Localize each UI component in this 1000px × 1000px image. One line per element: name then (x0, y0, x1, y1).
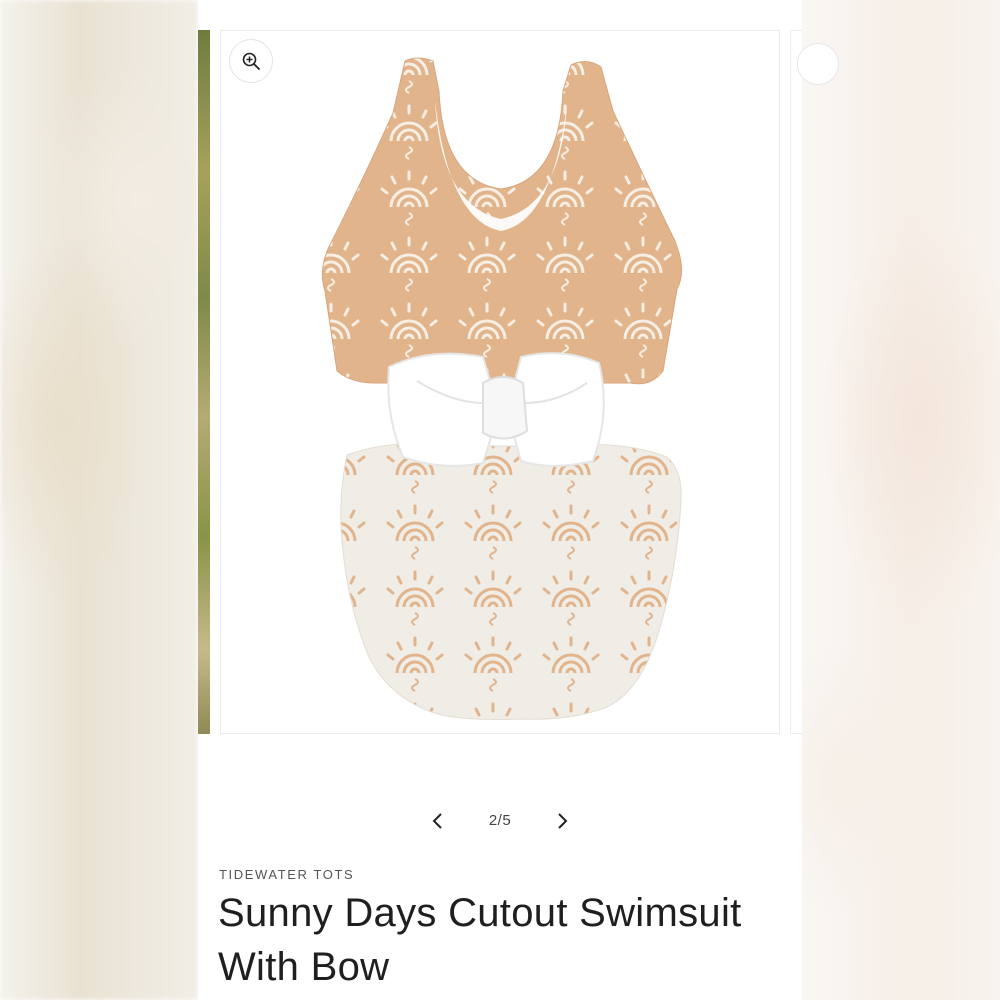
previous-slide-peek[interactable] (198, 30, 210, 734)
swimsuit-bottom (340, 442, 682, 720)
chevron-left-icon (432, 813, 442, 829)
slide-counter: 2/5 (488, 812, 512, 829)
product-page: 2/5 TIDEWATER TOTS Sunny Days Cutout Swi… (198, 0, 839, 1000)
next-slide-zoom-button[interactable] (797, 43, 839, 85)
product-title: Sunny Days Cutout Swimsuit With Bow (218, 891, 742, 989)
blurred-backdrop-right (802, 0, 1000, 1000)
product-image[interactable] (221, 31, 779, 733)
next-slide-peek[interactable] (790, 30, 839, 734)
zoom-button[interactable] (229, 39, 273, 83)
bow-knot (482, 376, 529, 440)
slider-pagination: 2/5 (198, 800, 802, 842)
zoom-in-icon (242, 52, 260, 70)
blurred-backdrop-left (0, 0, 198, 1000)
previous-slide-button[interactable] (423, 806, 453, 836)
chevron-right-icon (558, 813, 568, 829)
product-media-slide[interactable] (220, 30, 780, 734)
screen: 2/5 TIDEWATER TOTS Sunny Days Cutout Swi… (0, 0, 1000, 1000)
next-slide-button[interactable] (547, 806, 577, 836)
product-vendor: TIDEWATER TOTS (219, 867, 355, 882)
